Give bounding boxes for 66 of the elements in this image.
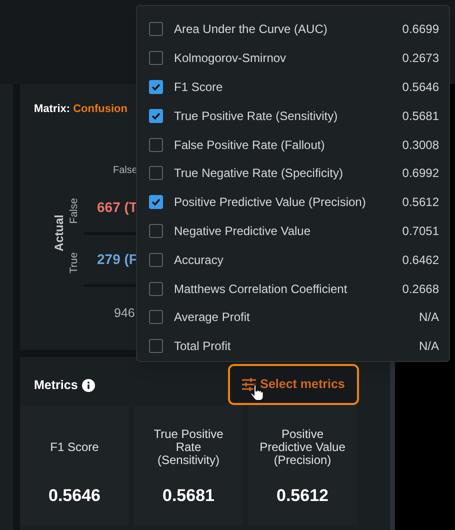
checkbox[interactable] xyxy=(149,108,163,123)
metric-option[interactable]: Average Profit N/A xyxy=(137,302,449,332)
sliders-icon xyxy=(242,378,256,391)
axis-label: Actual xyxy=(51,214,67,254)
metric-option[interactable]: Matthews Correlation Coefficient 0.2668 xyxy=(137,274,449,303)
option-value: 0.5681 xyxy=(402,108,439,125)
metrics-title: Metrics xyxy=(34,377,78,394)
option-label: False Positive Rate (Fallout) xyxy=(174,136,325,154)
checkbox[interactable] xyxy=(149,22,163,36)
option-label: Accuracy xyxy=(174,252,224,269)
option-value: 0.6699 xyxy=(402,21,439,38)
metric-option[interactable]: True Positive Rate (Sensitivity) 0.5681 xyxy=(137,101,449,130)
metric-label: Positive Predictive Value (Precision) xyxy=(258,426,346,469)
option-label: Kolmogorov-Smirnov xyxy=(174,50,286,68)
metric-value: 0.5681 xyxy=(162,485,214,508)
option-label: F1 Score xyxy=(174,78,223,96)
metric-option[interactable]: True Negative Rate (Specificity) 0.6992 xyxy=(137,158,449,188)
option-value: 0.2673 xyxy=(402,50,439,68)
row-label: False xyxy=(67,197,82,226)
option-label: Positive Predictive Value (Precision) xyxy=(174,194,366,212)
metric-value: 0.5612 xyxy=(276,485,328,508)
option-value: 0.6992 xyxy=(402,165,439,182)
row-label: True xyxy=(67,251,82,276)
option-label: True Negative Rate (Specificity) xyxy=(174,165,343,182)
metric-label: F1 Score xyxy=(49,438,100,456)
metric-option[interactable]: Area Under the Curve (AUC) 0.6699 xyxy=(137,15,449,44)
checkbox[interactable] xyxy=(149,310,163,324)
option-value: 0.5646 xyxy=(402,78,439,96)
metric-option[interactable]: Negative Predictive Value 0.7051 xyxy=(137,216,449,246)
metric-option[interactable]: F1 Score 0.5646 xyxy=(137,72,449,102)
option-value: 0.3008 xyxy=(402,136,439,154)
info-icon[interactable] xyxy=(82,378,95,392)
checkbox[interactable] xyxy=(149,252,163,267)
metric-label: True Positive Rate (Sensitivity) xyxy=(152,426,224,469)
checkbox[interactable] xyxy=(149,166,163,180)
metric-option[interactable]: Total Profit N/A xyxy=(137,332,449,361)
option-value: 0.7051 xyxy=(402,222,439,240)
option-label: Area Under the Curve (AUC) xyxy=(174,21,328,38)
matrix-cell[interactable]: 667 (T xyxy=(97,197,138,218)
option-label: True Positive Rate (Sensitivity) xyxy=(174,108,338,125)
metric-option[interactable]: Kolmogorov-Smirnov 0.2673 xyxy=(137,44,449,73)
checkbox[interactable] xyxy=(149,80,163,94)
option-label: Negative Predictive Value xyxy=(174,222,311,240)
option-label: Total Profit xyxy=(174,338,231,356)
column-header: False xyxy=(113,164,138,178)
checkbox[interactable] xyxy=(149,224,163,238)
checkbox[interactable] xyxy=(149,282,163,296)
option-value: 0.6462 xyxy=(402,252,439,269)
checkbox[interactable] xyxy=(149,339,163,354)
metric-option[interactable]: False Positive Rate (Fallout) 0.3008 xyxy=(137,130,449,159)
option-value: N/A xyxy=(418,338,439,356)
option-label: Average Profit xyxy=(174,309,250,326)
matrix-type: Confusion xyxy=(73,102,128,117)
metric-option[interactable]: Accuracy 0.6462 xyxy=(137,245,449,274)
checkbox[interactable] xyxy=(149,195,163,210)
metric-value: 0.5646 xyxy=(48,485,100,508)
option-value: 0.5612 xyxy=(402,194,439,212)
option-label: Matthews Correlation Coefficient xyxy=(174,280,348,298)
option-value: N/A xyxy=(418,309,439,326)
select-metrics-button[interactable]: Select metrics xyxy=(228,364,359,405)
checkbox[interactable] xyxy=(149,138,163,152)
total-count: 946 xyxy=(114,305,135,322)
matrix-label: Matrix: xyxy=(34,102,70,117)
metric-option[interactable]: Positive Predictive Value (Precision) 0.5612 xyxy=(137,188,449,217)
checkbox[interactable] xyxy=(149,51,163,66)
option-value: 0.2668 xyxy=(402,280,439,298)
